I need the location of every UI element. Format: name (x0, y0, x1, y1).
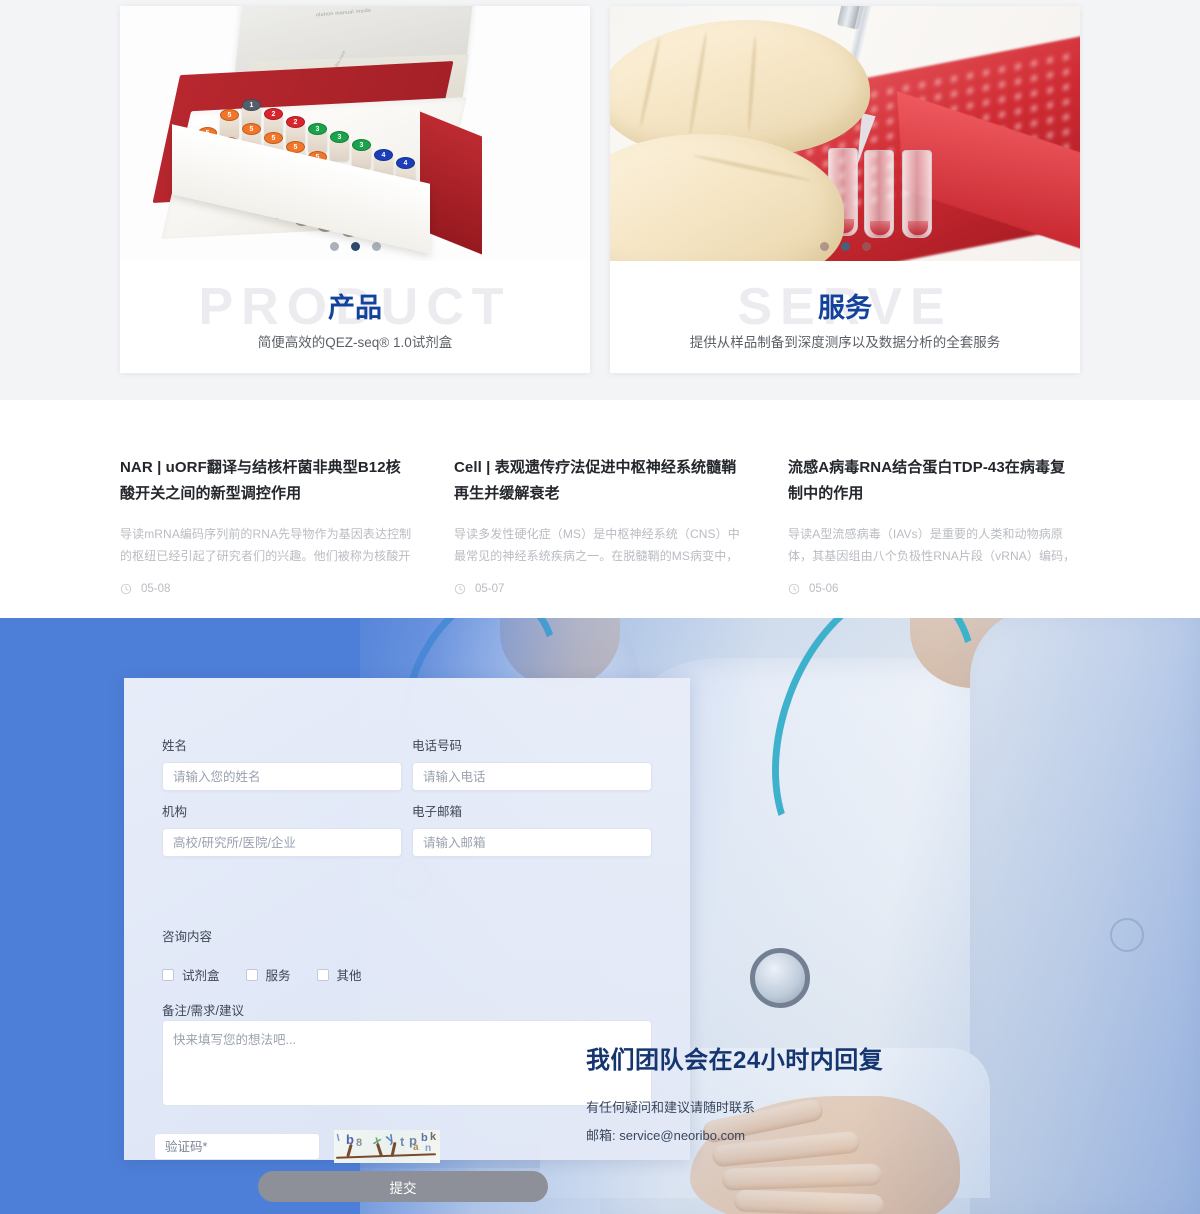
checkbox-box-icon[interactable] (245, 968, 258, 981)
captcha-char: 8 (356, 1137, 363, 1149)
captcha-row: l b 8 x y t p b k a n (154, 1130, 440, 1163)
organization-input[interactable] (162, 828, 402, 857)
news-section: NAR | uORF翻译与结核杆菌非典型B12核酸开关之间的新型调控作用 导读m… (0, 400, 1200, 618)
feature-card-service[interactable]: SERVE 服务 提供从样品制备到深度测序以及数据分析的全套服务 (610, 6, 1080, 373)
remark-textarea[interactable] (162, 1020, 652, 1106)
checkbox-service-label: 服务 (265, 969, 291, 983)
promise-title: 我们团队会在24小时内回复 (586, 1047, 884, 1074)
captcha-char: n (425, 1143, 432, 1154)
feature-section: olution manual inside www.neoribo.com (0, 0, 1200, 400)
field-phone: 电话号码 (412, 735, 652, 791)
product-card-body: PRODUCT 产品 简便高效的QEZ-seq® 1.0试剂盒 (120, 261, 590, 373)
checkbox-box-icon[interactable] (162, 968, 174, 981)
news-title[interactable]: NAR | uORF翻译与结核杆菌非典型B12核酸开关之间的新型调控作用 (120, 455, 412, 507)
checkbox-kit[interactable]: 试剂盒 (162, 965, 220, 984)
news-excerpt: 导读多发性硬化症（MS）是中枢神经系统（CNS）中最常见的神经系统疾病之一。在脱… (454, 527, 740, 563)
email-input[interactable] (412, 828, 652, 857)
field-name: 姓名 (162, 735, 402, 791)
field-organization: 机构 (162, 801, 402, 857)
response-promise: 我们团队会在24小时内回复 有任何疑问和建议请随时联系 邮箱: service@… (586, 1040, 1006, 1147)
promise-line-1: 有任何疑问和建议请随时联系 (586, 1100, 756, 1115)
product-title: 产品 (328, 293, 382, 323)
contact-field-grid: 姓名 电话号码 机构 电子邮箱 (162, 735, 652, 857)
submit-button[interactable]: 提交 (258, 1171, 548, 1202)
product-carousel[interactable]: olution manual inside www.neoribo.com (120, 6, 590, 261)
captcha-char: a (413, 1142, 419, 1153)
news-date: 05-06 (809, 583, 839, 595)
feature-cards-row: olution manual inside www.neoribo.com (120, 6, 1080, 373)
carousel-dot[interactable] (371, 242, 381, 251)
service-carousel[interactable] (610, 6, 1080, 261)
captcha-char: k (430, 1131, 437, 1143)
news-meta: 05-06 (788, 583, 1080, 595)
inquiry-label: 咨询内容 (162, 930, 213, 944)
news-list: NAR | uORF翻译与结核杆菌非典型B12核酸开关之间的新型调控作用 导读m… (120, 455, 1080, 595)
news-excerpt: 导读mRNA编码序列前的RNA先导物作为基因表达控制的枢纽已经引起了研究者们的兴… (120, 527, 412, 563)
service-subtitle: 提供从样品制备到深度测序以及数据分析的全套服务 (689, 335, 1001, 350)
product-carousel-dots[interactable] (120, 242, 590, 251)
news-title[interactable]: 流感A病毒RNA结合蛋白TDP-43在病毒复制中的作用 (788, 455, 1080, 507)
news-item[interactable]: 流感A病毒RNA结合蛋白TDP-43在病毒复制中的作用 导读A型流感病毒（IAV… (788, 455, 1080, 595)
phone-label: 电话号码 (412, 739, 463, 753)
page-root: olution manual inside www.neoribo.com (0, 0, 1200, 1214)
name-input[interactable] (162, 762, 402, 791)
news-excerpt: 导读A型流感病毒（IAVs）是重要的人类和动物病原体，其基因组由八个负极性RNA… (788, 527, 1076, 563)
news-date: 05-07 (475, 583, 505, 595)
news-meta: 05-08 (120, 583, 412, 595)
service-card-body: SERVE 服务 提供从样品制备到深度测序以及数据分析的全套服务 (610, 261, 1080, 373)
carousel-dot[interactable] (861, 242, 871, 251)
checkbox-box-icon[interactable] (316, 968, 329, 981)
carousel-dot-active[interactable] (350, 242, 360, 251)
news-title[interactable]: Cell | 表观遗传疗法促进中枢神经系统髓鞘再生并缓解衰老 (454, 455, 746, 507)
checkbox-other-label: 其他 (336, 969, 362, 983)
clock-icon (120, 583, 132, 595)
clock-icon (454, 583, 466, 595)
captcha-image[interactable]: l b 8 x y t p b k a n (334, 1130, 440, 1163)
service-title: 服务 (818, 293, 872, 323)
inquiry-options: 试剂盒 服务 其他 (162, 965, 362, 984)
clock-icon (788, 583, 800, 595)
news-date: 05-08 (141, 583, 171, 595)
field-email: 电子邮箱 (412, 801, 652, 857)
news-item[interactable]: Cell | 表观遗传疗法促进中枢神经系统髓鞘再生并缓解衰老 导读多发性硬化症（… (454, 455, 746, 595)
checkbox-kit-label: 试剂盒 (182, 969, 220, 983)
checkbox-service[interactable]: 服务 (245, 965, 291, 984)
promise-line-2: 邮箱: service@neoribo.com (586, 1128, 746, 1143)
phone-input[interactable] (412, 762, 652, 791)
carousel-dot[interactable] (819, 242, 829, 251)
name-label: 姓名 (162, 739, 188, 753)
contact-section: 姓名 电话号码 机构 电子邮箱 咨询内容 (0, 618, 1200, 1214)
carousel-dot[interactable] (329, 242, 339, 251)
product-kit-photo: olution manual inside www.neoribo.com (120, 6, 590, 261)
email-label: 电子邮箱 (412, 805, 463, 819)
carousel-dot-active[interactable] (840, 242, 850, 251)
service-carousel-dots[interactable] (610, 242, 1080, 251)
organization-label: 机构 (162, 805, 188, 819)
checkbox-other[interactable]: 其他 (316, 965, 362, 984)
captcha-char: t (400, 1134, 405, 1149)
service-lab-photo (610, 6, 1080, 261)
remark-label: 备注/需求/建议 (162, 1004, 244, 1018)
product-subtitle: 简便高效的QEZ-seq® 1.0试剂盒 (257, 335, 453, 350)
news-item[interactable]: NAR | uORF翻译与结核杆菌非典型B12核酸开关之间的新型调控作用 导读m… (120, 455, 412, 595)
news-meta: 05-07 (454, 583, 746, 595)
captcha-input[interactable] (154, 1133, 320, 1160)
feature-card-product[interactable]: olution manual inside www.neoribo.com (120, 6, 590, 373)
